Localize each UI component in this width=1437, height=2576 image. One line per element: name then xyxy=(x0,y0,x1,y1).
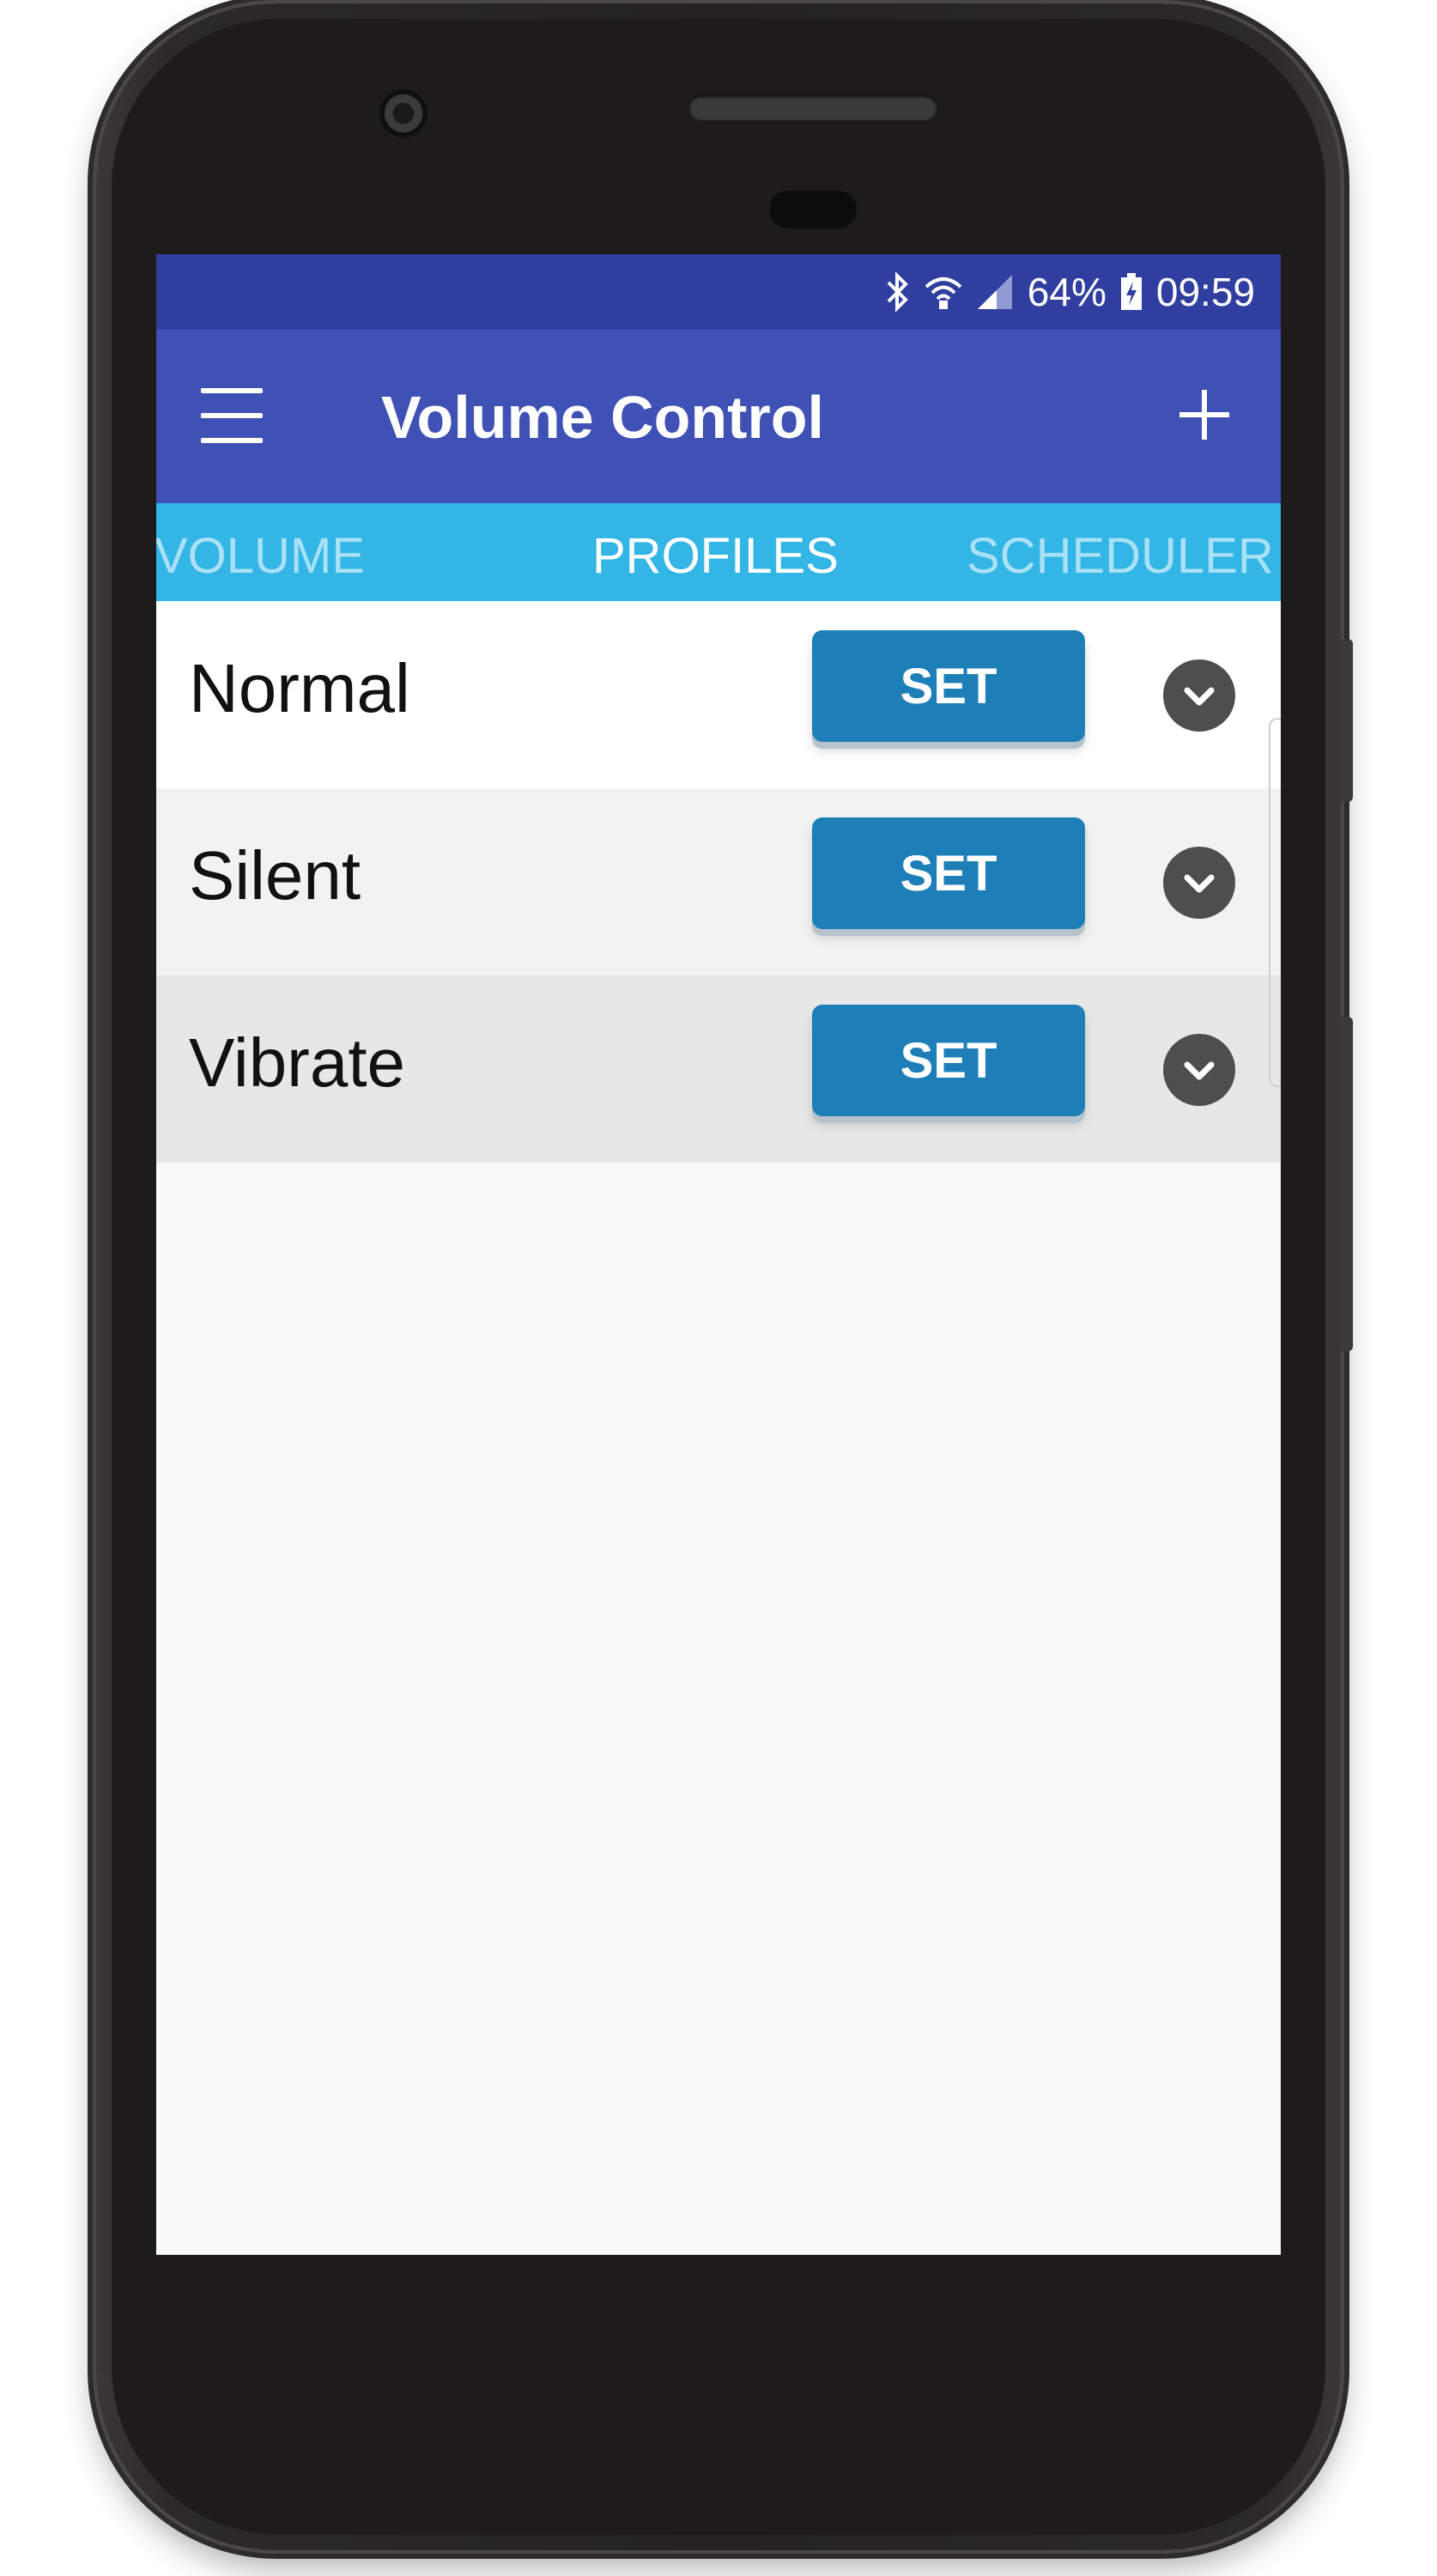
list-item: Normal SET xyxy=(156,601,1281,788)
wifi-icon xyxy=(925,273,962,311)
status-bar: 64% 09:59 xyxy=(156,254,1281,330)
tab-scheduler[interactable]: SCHEDULER xyxy=(967,527,1274,585)
profile-list: Normal SET Silent SET Vibrate SET xyxy=(156,601,1281,1163)
front-camera xyxy=(379,89,427,137)
chevron-down-icon[interactable] xyxy=(1163,1034,1235,1106)
set-profile-button[interactable]: SET xyxy=(812,630,1085,742)
chevron-down-icon[interactable] xyxy=(1163,847,1235,919)
chevron-down-icon[interactable] xyxy=(1163,659,1235,732)
profile-name: Vibrate xyxy=(189,1024,406,1101)
list-item: Vibrate SET xyxy=(156,975,1281,1163)
set-profile-button[interactable]: SET xyxy=(812,817,1085,929)
hamburger-menu-icon[interactable] xyxy=(201,388,263,443)
app-bar: Volume Control xyxy=(156,330,1281,503)
bluetooth-icon xyxy=(885,272,911,312)
profile-name: Silent xyxy=(189,837,361,914)
battery-charging-icon xyxy=(1120,273,1143,311)
profile-name: Normal xyxy=(189,650,410,726)
proximity-sensor xyxy=(769,191,857,228)
edge-scroll-handle[interactable] xyxy=(1269,718,1281,1087)
volume-key xyxy=(1341,639,1353,802)
earpiece-speaker xyxy=(688,94,937,120)
clock: 09:59 xyxy=(1155,270,1255,314)
list-item: Silent SET xyxy=(156,788,1281,975)
tab-bar: VOLUME PROFILES SCHEDULER xyxy=(156,503,1281,601)
plus-icon[interactable] xyxy=(1176,386,1233,443)
battery-percent: 64% xyxy=(1027,270,1107,314)
set-profile-button[interactable]: SET xyxy=(812,1005,1085,1116)
tab-profiles[interactable]: PROFILES xyxy=(592,527,839,585)
app-title: Volume Control xyxy=(381,384,824,451)
signal-icon xyxy=(976,273,1014,311)
power-key xyxy=(1341,1017,1353,1352)
tab-volume[interactable]: VOLUME xyxy=(156,527,365,585)
screen: 64% 09:59 Volume Control VOLUME PROFILES… xyxy=(156,254,1281,2255)
